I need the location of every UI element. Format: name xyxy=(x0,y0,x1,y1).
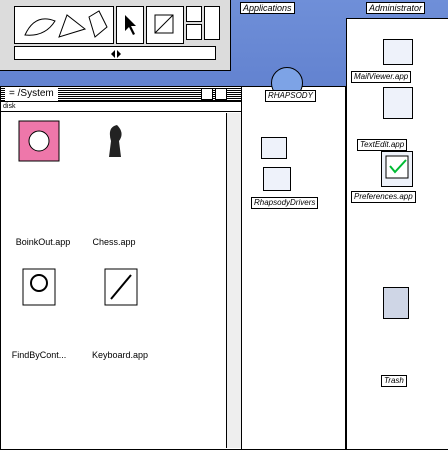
find-icon xyxy=(22,268,56,306)
icon-label: BoinkOut.app xyxy=(15,237,71,247)
rhapsody-drivers-label[interactable]: RhapsodyDrivers xyxy=(251,197,319,209)
drive-icon[interactable] xyxy=(261,137,287,159)
shape-tools-panel[interactable] xyxy=(14,6,114,44)
zoom-tool[interactable] xyxy=(146,6,184,44)
keyboard-app-icon[interactable] xyxy=(97,263,145,311)
drivers-folder-icon[interactable] xyxy=(263,167,291,191)
horizontal-scroller[interactable] xyxy=(14,46,216,60)
findbycontent-app-icon[interactable] xyxy=(15,263,63,311)
scroll-arrows-icon xyxy=(111,50,121,58)
trash-icon[interactable] xyxy=(383,287,409,319)
checkbox-icon xyxy=(385,155,409,179)
tool-palette-window xyxy=(0,0,231,71)
rhapsody-column: RHAPSODY RhapsodyDrivers xyxy=(240,67,346,450)
boinkout-app-icon[interactable] xyxy=(15,117,63,165)
rhapsody-label[interactable]: RHAPSODY xyxy=(265,90,316,102)
boink-icon xyxy=(18,120,60,162)
window-minimize-button[interactable] xyxy=(201,88,213,100)
chess-icon xyxy=(109,125,122,157)
vertical-scrollbar[interactable] xyxy=(226,113,241,448)
vertical-slider[interactable] xyxy=(204,6,220,40)
keyboard-icon xyxy=(104,268,138,306)
mail-icon[interactable] xyxy=(383,39,413,65)
right-column: MailViewer.app TextEdit.app Preferences.… xyxy=(346,18,448,450)
mail-viewer-label[interactable]: MailViewer.app xyxy=(351,71,412,83)
shape-icon xyxy=(154,14,174,34)
preferences-icon[interactable] xyxy=(381,151,413,187)
textedit-icon[interactable] xyxy=(383,87,413,119)
system-window: = /System disk BoinkOut.app Chess.app Fi… xyxy=(0,86,242,450)
textedit-label[interactable]: TextEdit.app xyxy=(357,139,408,151)
preferences-label[interactable]: Preferences.app xyxy=(351,191,416,203)
applications-label[interactable]: Applications xyxy=(240,2,295,14)
icon-label: Keyboard.app xyxy=(91,350,149,360)
small-tool-2[interactable] xyxy=(186,24,202,40)
shape-tools-icon xyxy=(24,10,108,38)
system-window-title: = /System xyxy=(5,87,58,101)
chess-app-icon[interactable] xyxy=(91,117,139,165)
administrator-label[interactable]: Administrator xyxy=(366,2,426,14)
small-tool-1[interactable] xyxy=(186,6,202,22)
trash-label[interactable]: Trash xyxy=(381,375,407,387)
icon-label: FindByCont... xyxy=(11,350,67,360)
icon-label: Chess.app xyxy=(92,237,136,247)
system-window-info: disk xyxy=(1,102,241,112)
arrow-tool[interactable] xyxy=(116,6,144,44)
arrow-cursor-icon xyxy=(125,15,136,35)
window-close-button[interactable] xyxy=(215,88,227,100)
